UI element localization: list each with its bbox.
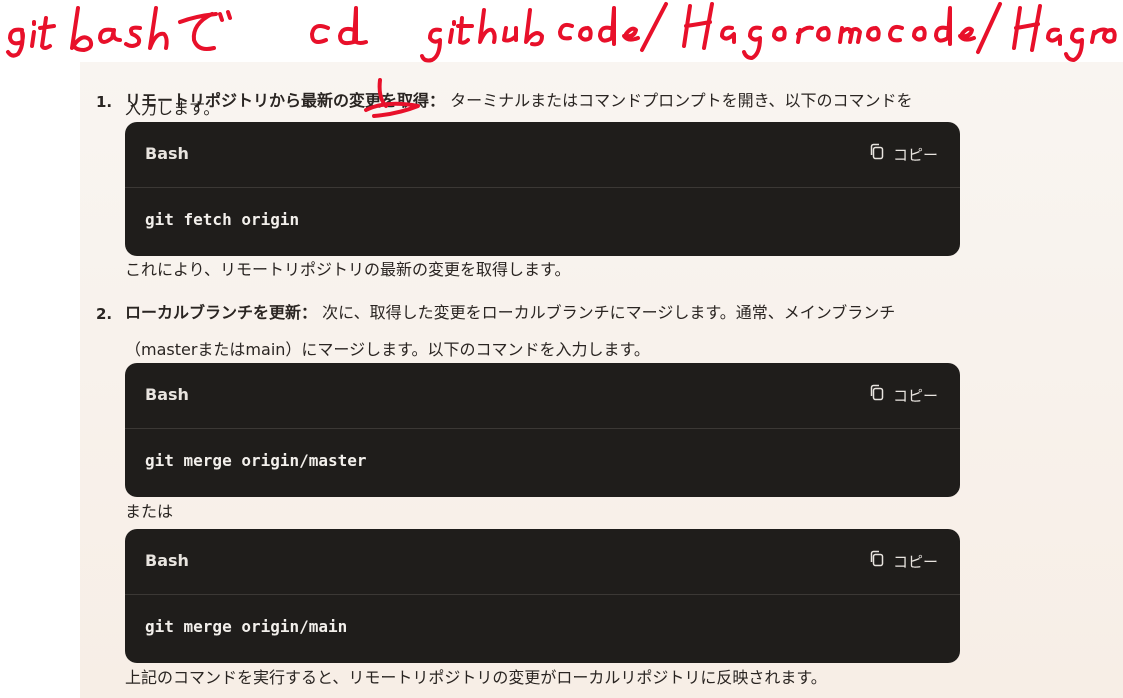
step-2-description: 次に、取得した変更をローカルブランチにマージします。通常、メインブランチ xyxy=(322,303,896,322)
code-line: git merge origin/main xyxy=(145,617,348,636)
copy-button[interactable]: コピー xyxy=(869,383,938,407)
step-1-description: ターミナルまたはコマンドプロンプトを開き、以下のコマンドを xyxy=(450,91,913,110)
step-number: 2. xyxy=(96,305,113,323)
copy-icon xyxy=(869,550,885,572)
step-1-colon: ： xyxy=(429,91,446,110)
step-2-result-text: 上記のコマンドを実行すると、リモートリポジトリの変更がローカルリポジトリに反映さ… xyxy=(125,668,827,687)
copy-label: コピー xyxy=(892,552,938,571)
code-block-header: Bash コピー xyxy=(125,122,960,188)
copy-button[interactable]: コピー xyxy=(869,142,938,166)
step-1-result-text: これにより、リモートリポジトリの最新の変更を取得します。 xyxy=(125,260,571,279)
code-language-label: Bash xyxy=(145,144,189,163)
copy-label: コピー xyxy=(892,386,938,405)
code-block-header: Bash コピー xyxy=(125,529,960,595)
copy-icon xyxy=(869,143,885,165)
copy-button[interactable]: コピー xyxy=(869,549,938,573)
page: 1. リモートリポジトリから最新の変更を取得： ターミナルまたはコマンドプロンプ… xyxy=(0,0,1123,698)
code-line: git fetch origin xyxy=(145,210,300,229)
step-2-title: ローカルブランチを更新 xyxy=(125,303,302,322)
step-number: 1. xyxy=(96,93,113,111)
step-2-colon: ： xyxy=(301,303,318,322)
step-2-line-1: ローカルブランチを更新： 次に、取得した変更をローカルブランチにマージします。通… xyxy=(125,302,895,324)
code-line: git merge origin/master xyxy=(145,451,367,470)
step-1-line-1: リモートリポジトリから最新の変更を取得： ターミナルまたはコマンドプロンプトを開… xyxy=(125,90,913,112)
step-2-description-line-2: （masterまたはmain）にマージします。以下のコマンドを入力します。 xyxy=(125,340,650,359)
code-block-merge-master: Bash コピー git merge origin/master xyxy=(125,363,960,497)
code-language-label: Bash xyxy=(145,551,189,570)
copy-label: コピー xyxy=(892,145,938,164)
step-1-description-line-2: 入力します。 xyxy=(125,99,220,118)
copy-icon xyxy=(869,384,885,406)
code-language-label: Bash xyxy=(145,385,189,404)
code-block-header: Bash コピー xyxy=(125,363,960,429)
code-block-fetch: Bash コピー git fetch origin xyxy=(125,122,960,256)
code-block-merge-main: Bash コピー git merge origin/main xyxy=(125,529,960,663)
or-text: または xyxy=(125,502,174,521)
